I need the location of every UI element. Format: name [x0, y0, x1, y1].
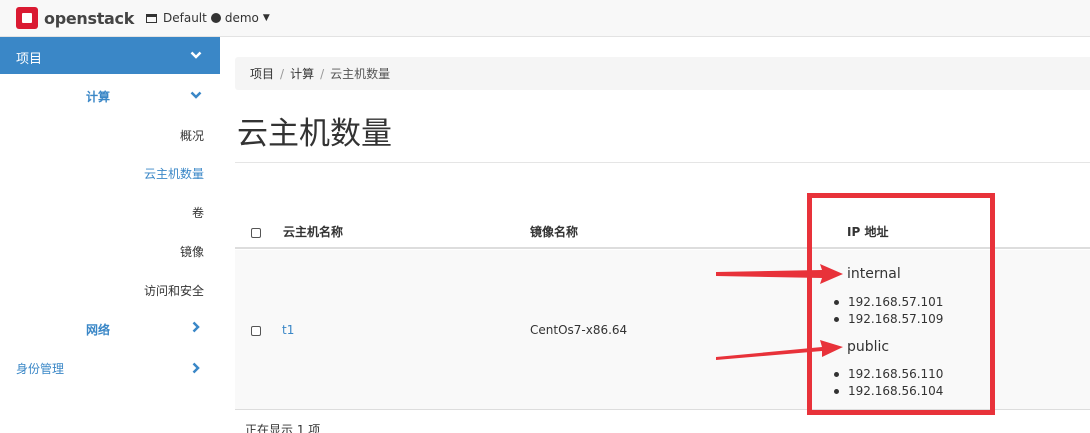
chevron-down-icon[interactable]	[190, 89, 202, 101]
breadcrumb-current: 云主机数量	[330, 67, 391, 81]
annotation-highlight-box	[807, 193, 995, 415]
annotation-arrow-icon	[716, 264, 843, 284]
sidebar-group-network[interactable]: 网络	[86, 321, 110, 338]
domain-icon	[146, 13, 157, 23]
table-footer-count: 正在显示 1 项	[245, 423, 321, 433]
column-header-name[interactable]: 云主机名称	[283, 223, 343, 240]
chevron-down-icon	[190, 51, 202, 59]
sidebar-item-project[interactable]: 项目	[0, 37, 220, 74]
breadcrumb-project[interactable]: 项目	[250, 65, 274, 82]
domain-name: Default	[163, 11, 207, 25]
page-title: 云主机数量	[237, 116, 392, 152]
sidebar-group-compute[interactable]: 计算	[86, 88, 110, 105]
breadcrumb-separator: /	[320, 66, 325, 81]
sidebar-item-overview[interactable]: 概况	[180, 127, 204, 144]
row-checkbox[interactable]	[251, 326, 261, 336]
brand-name: openstack	[44, 8, 135, 28]
sidebar-item-volumes[interactable]: 卷	[192, 204, 204, 221]
instance-image-name: CentOs7-x86.64	[530, 323, 628, 337]
instance-name-link[interactable]: t1	[282, 323, 294, 337]
sidebar-item-identity[interactable]: 身份管理	[16, 360, 64, 377]
sidebar-item-access-security[interactable]: 访问和安全	[144, 282, 204, 299]
brand[interactable]: openstack	[16, 6, 134, 30]
sidebar-identity-label: 身份管理	[16, 362, 65, 376]
sidebar-item-images[interactable]: 镜像	[180, 243, 204, 260]
title-divider	[235, 162, 1090, 163]
column-header-image[interactable]: 镜像名称	[530, 223, 578, 240]
project-name: demo	[224, 11, 259, 25]
openstack-logo-icon	[16, 7, 38, 29]
sidebar: 项目 计算 概况 云主机数量 卷 镜像 访问和安全 网络 身份管理	[0, 37, 220, 433]
sidebar-compute-label: 计算	[86, 90, 111, 104]
breadcrumb-compute[interactable]: 计算	[290, 65, 314, 82]
project-dot-icon	[210, 13, 221, 23]
sidebar-project-label: 项目	[16, 52, 43, 67]
select-all-checkbox[interactable]	[251, 228, 261, 238]
sidebar-item-instances[interactable]: 云主机数量	[144, 165, 204, 182]
top-navbar: openstack Default demo ▼	[0, 0, 1090, 37]
caret-down-icon: ▼	[262, 13, 270, 23]
sidebar-network-label: 网络	[86, 323, 111, 337]
annotation-arrow-icon	[716, 340, 843, 360]
chevron-right-icon[interactable]	[190, 362, 202, 374]
chevron-right-icon[interactable]	[190, 321, 202, 333]
project-switcher[interactable]: Default demo ▼	[146, 11, 270, 25]
breadcrumb: 项目 / 计算 / 云主机数量	[235, 57, 1090, 90]
breadcrumb-separator: /	[280, 66, 285, 81]
